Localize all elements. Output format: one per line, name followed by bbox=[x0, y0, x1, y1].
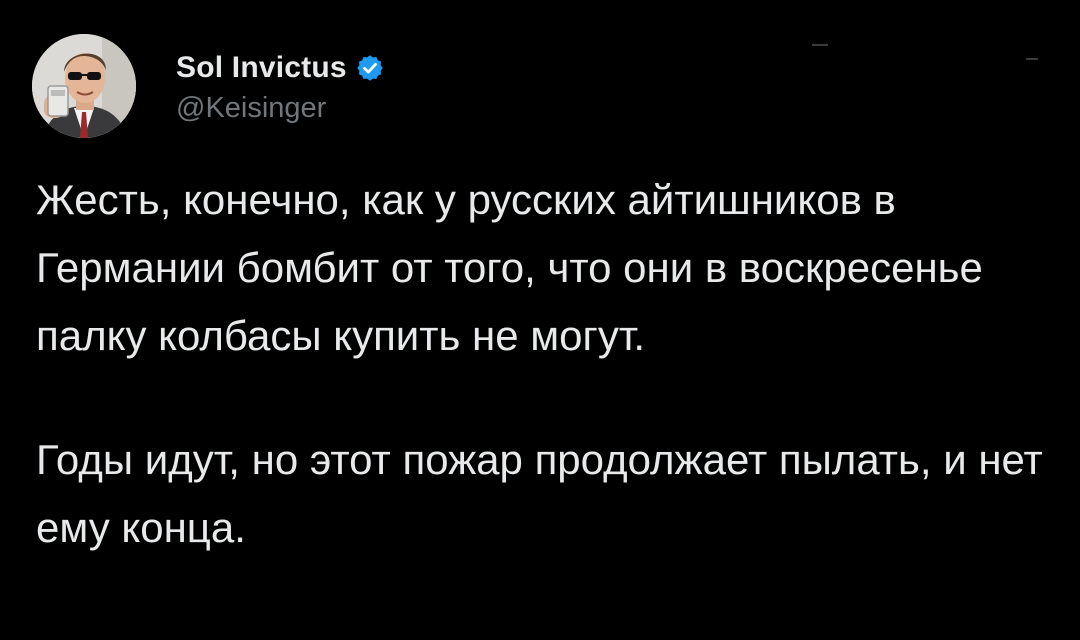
display-name-row: Sol Invictus bbox=[176, 48, 385, 88]
display-name[interactable]: Sol Invictus bbox=[176, 51, 347, 85]
verified-badge-icon bbox=[355, 53, 385, 83]
divider bbox=[812, 44, 828, 46]
tweet-paragraph-2: Годы идут, но этот пожар продолжает пыла… bbox=[36, 436, 1043, 551]
tweet-paragraph-1: Жесть, конечно, как у русских айтишников… bbox=[36, 176, 983, 359]
divider bbox=[1026, 58, 1038, 60]
tweet-card: Sol Invictus @Keisinger Жесть, конечно, … bbox=[0, 0, 1080, 640]
user-handle[interactable]: @Keisinger bbox=[176, 92, 385, 125]
avatar-image bbox=[32, 34, 136, 138]
tweet-text: Жесть, конечно, как у русских айтишников… bbox=[36, 166, 1046, 562]
tweet-header: Sol Invictus @Keisinger bbox=[32, 34, 385, 138]
avatar[interactable] bbox=[32, 34, 136, 138]
author-names: Sol Invictus @Keisinger bbox=[176, 48, 385, 125]
